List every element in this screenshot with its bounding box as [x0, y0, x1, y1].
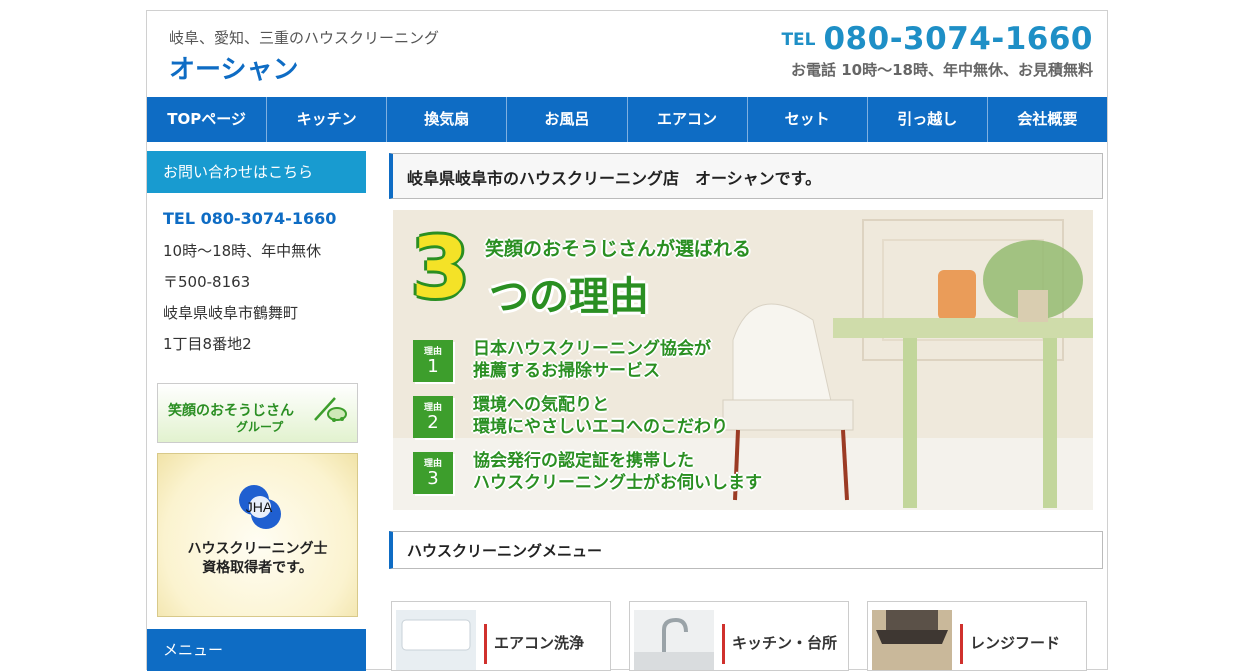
card-accent-bar	[484, 624, 487, 664]
menu-card-kitchen[interactable]: キッチン・台所	[629, 601, 849, 671]
tel-prefix: TEL	[781, 30, 816, 50]
nav-item-bath[interactable]: お風呂	[507, 97, 628, 142]
reason-badge-number: 2	[427, 412, 439, 433]
nav-item-company[interactable]: 会社概要	[988, 97, 1107, 142]
menu-card-label[interactable]: キッチン・台所	[732, 632, 837, 653]
aircon-thumbnail	[396, 610, 476, 670]
nav-item-fan[interactable]: 換気扇	[387, 97, 508, 142]
menu-card-aircon[interactable]: エアコン洗浄	[391, 601, 611, 671]
menu-card-label[interactable]: レンジフード	[970, 632, 1060, 653]
card-accent-bar	[722, 624, 725, 664]
page-title: 岐阜県岐阜市のハウスクリーニング店 オーシャンです。	[389, 153, 1103, 199]
nav-item-kitchen[interactable]: キッチン	[267, 97, 388, 142]
header-hours: お電話 10時～18時、年中無休、お見積無料	[791, 61, 1093, 79]
reason-badge-2: 理由 2	[413, 396, 453, 438]
nav-item-set[interactable]: セット	[748, 97, 868, 142]
cleaning-menu-heading: ハウスクリーニングメニュー	[389, 531, 1103, 569]
sidebar-address-2: 1丁目8番地2	[163, 335, 252, 353]
main-nav: TOPページ キッチン 換気扇 お風呂 エアコン セット 引っ越し 会社概要	[147, 97, 1107, 142]
reason-line: 協会発行の認定証を携帯した	[473, 451, 694, 471]
hero-banner: 笑顔のおそうじさんが選ばれる 3 つの理由 理由 1 日本ハウスクリーニング協会が…	[393, 210, 1093, 510]
header-phone[interactable]: TEL 080-3074-1660	[781, 21, 1093, 57]
sidebar-postal: 〒500-8163	[163, 273, 251, 291]
range-hood-thumbnail	[872, 610, 952, 670]
reason-text-3: 協会発行の認定証を携帯した ハウスクリーニング士がお伺いします	[473, 450, 762, 494]
reason-line: 推薦するお掃除サービス	[473, 361, 660, 381]
egao-banner-title: 笑顔のおそうじさん	[168, 403, 294, 419]
vacuum-icon	[314, 397, 347, 422]
reason-text-1: 日本ハウスクリーニング協会が 推薦するお掃除サービス	[473, 338, 711, 382]
egao-banner-subtitle: グループ	[236, 420, 284, 434]
sidebar-tel[interactable]: TEL 080-3074-1660	[163, 209, 363, 240]
reason-badge-number: 1	[427, 356, 439, 377]
sidebar-contact-info: TEL 080-3074-1660 10時～18時、年中無休 〒500-8163…	[163, 209, 363, 364]
sidebar-menu-heading: メニュー	[147, 629, 366, 671]
reason-line: 環境にやさしいエコへのこだわり	[473, 417, 728, 437]
hero-subtitle: 笑顔のおそうじさんが選ばれる	[485, 238, 752, 260]
reason-line: 日本ハウスクリーニング協会が	[473, 339, 711, 359]
card-accent-bar	[960, 624, 963, 664]
jha-banner-text: ハウスクリーニング士 資格取得者です。	[158, 540, 357, 578]
sidebar-address-1: 岐阜県岐阜市鶴舞町	[163, 304, 299, 322]
reason-1: 理由 1 日本ハウスクリーニング協会が 推薦するお掃除サービス	[413, 338, 1013, 384]
sidebar-hours: 10時～18時、年中無休	[163, 242, 322, 260]
tel-number[interactable]: 080-3074-1660	[823, 21, 1093, 57]
jha-line-2: 資格取得者です。	[202, 560, 313, 576]
jha-certification-banner[interactable]: JHA ハウスクリーニング士 資格取得者です。	[157, 453, 358, 617]
reason-text-2: 環境への気配りと 環境にやさしいエコへのこだわり	[473, 394, 728, 438]
page-container: 岐阜、愛知、三重のハウスクリーニング オーシャン TEL 080-3074-166…	[146, 10, 1108, 671]
jha-logo-text: JHA	[246, 499, 273, 515]
site-logo[interactable]: オーシャン	[169, 49, 298, 86]
menu-card-label[interactable]: エアコン洗浄	[494, 632, 584, 653]
jha-line-1: ハウスクリーニング士	[187, 541, 328, 557]
kitchen-faucet-thumbnail	[634, 610, 714, 670]
egao-group-banner[interactable]: 笑顔のおそうじさん グループ	[157, 383, 358, 443]
reason-badge-1: 理由 1	[413, 340, 453, 382]
jha-logo-icon: JHA	[239, 485, 281, 529]
reason-line: ハウスクリーニング士がお伺いします	[473, 473, 762, 493]
reason-2: 理由 2 環境への気配りと 環境にやさしいエコへのこだわり	[413, 394, 1013, 440]
nav-item-aircon[interactable]: エアコン	[628, 97, 748, 142]
reason-line: 環境への気配りと	[473, 395, 609, 415]
hero-big-number: 3	[411, 219, 470, 317]
reason-badge-3: 理由 3	[413, 452, 453, 494]
sidebar-contact-heading: お問い合わせはこちら	[147, 151, 366, 193]
hero-headline: つの理由	[489, 274, 649, 320]
reason-badge-number: 3	[427, 468, 439, 489]
menu-card-rangehood[interactable]: レンジフード	[867, 601, 1087, 671]
reason-3: 理由 3 協会発行の認定証を携帯した ハウスクリーニング士がお伺いします	[413, 450, 1013, 496]
site-tagline: 岐阜、愛知、三重のハウスクリーニング	[169, 29, 440, 47]
nav-item-moving[interactable]: 引っ越し	[868, 97, 988, 142]
nav-item-top[interactable]: TOPページ	[147, 97, 268, 142]
